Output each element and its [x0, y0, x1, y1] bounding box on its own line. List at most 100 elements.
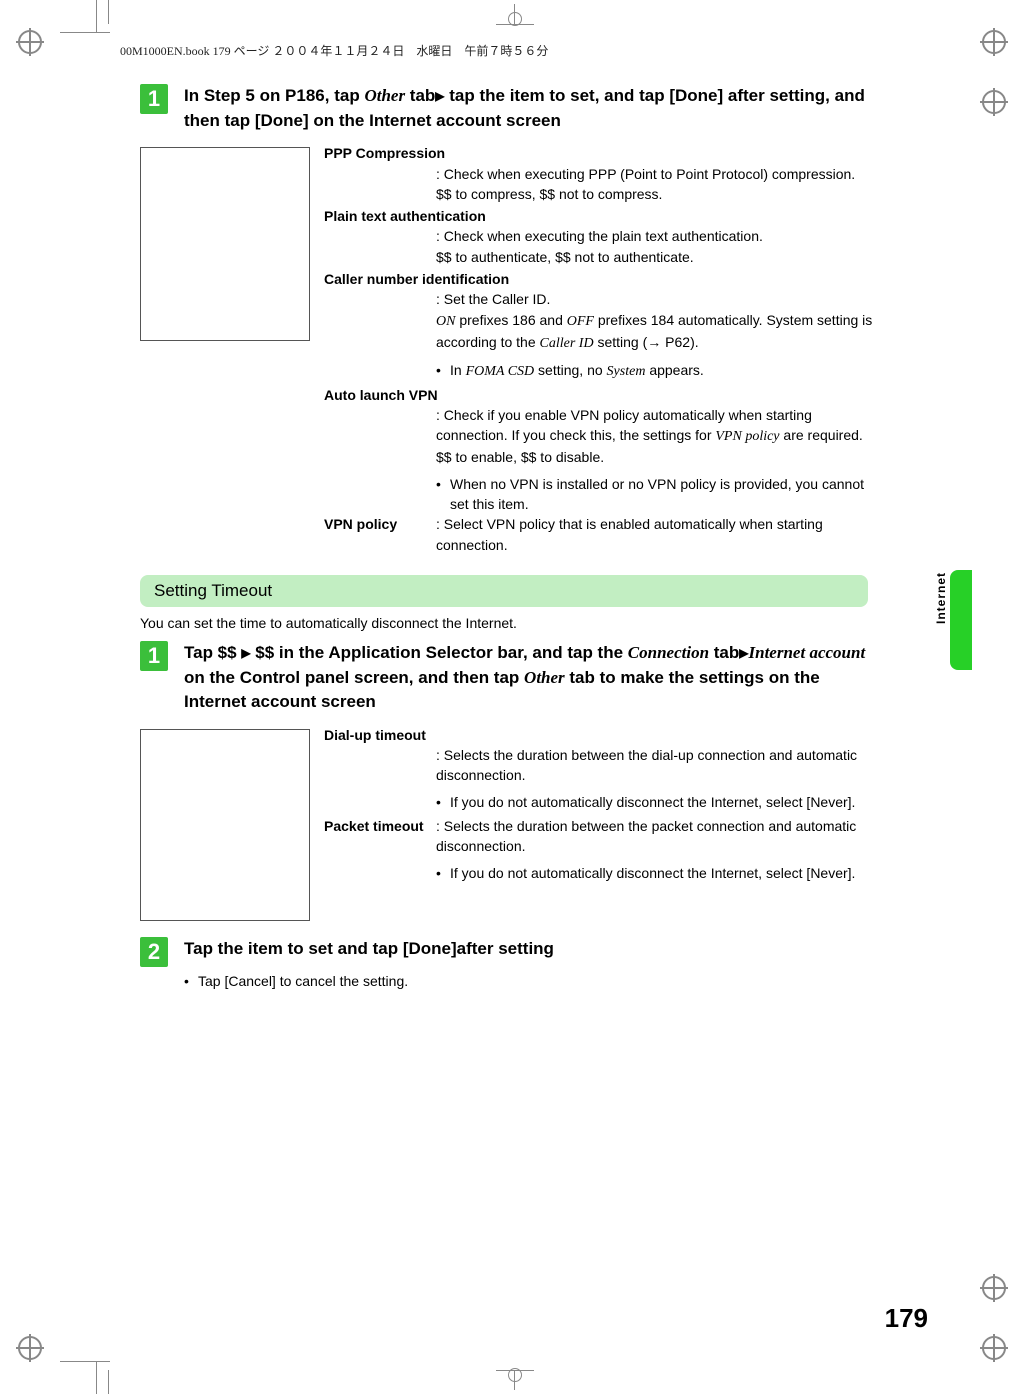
regmark-bl — [18, 1336, 46, 1364]
txt-connection: Connection — [628, 643, 709, 662]
def-caller-body: Set the Caller ID. ON prefixes 186 and O… — [436, 289, 880, 382]
txt: $$ to compress, $$ not to compress. — [436, 184, 880, 204]
txt: setting ( — [594, 334, 648, 350]
screenshot-placeholder — [140, 147, 310, 341]
def-dialup-body: Selects the duration between the dial-up… — [436, 745, 880, 812]
bullet-icon — [184, 973, 198, 989]
step-1: 1 In Step 5 on P186, tap Other tab▶ tap … — [140, 84, 880, 133]
step-number: 1 — [140, 641, 168, 671]
defs-block-2: Dial-up timeout Selects the duration bet… — [140, 723, 880, 921]
def-caller-label: Caller number identification — [324, 269, 880, 289]
txt-off: OFF — [567, 314, 594, 329]
txt: In Step 5 on P186, tap — [184, 86, 364, 105]
bullet-icon — [436, 792, 450, 812]
cropline — [108, 0, 109, 24]
bullet: In FOMA CSD setting, no System appears. — [436, 360, 880, 382]
definitions-1: PPP Compression Check when executing PPP… — [324, 141, 880, 555]
def-autovpn-label: Auto launch VPN — [324, 385, 880, 405]
txt: If you do not automatically disconnect t… — [450, 792, 880, 812]
txt: P62). — [661, 334, 698, 350]
bullet-icon — [436, 360, 450, 382]
triangle-icon: ▶ — [739, 646, 748, 660]
txt-on: ON — [436, 314, 455, 329]
txt: on the Control panel screen, and then ta… — [184, 668, 524, 687]
cropline — [60, 1361, 110, 1362]
step-2-1-text: Tap $$ ▶ $$ in the Application Selector … — [184, 641, 880, 715]
book-header: 00M1000EN.book 179 ページ ２００４年１１月２４日 水曜日 午… — [120, 42, 548, 59]
page-number: 179 — [885, 1303, 928, 1334]
def-packet: Packet timeout Selects the duration betw… — [324, 816, 880, 883]
def-packet-body: Selects the duration between the packet … — [436, 816, 880, 883]
step-2-2: 2 Tap the item to set and tap [Done]afte… — [140, 937, 880, 967]
regmark-br — [982, 1336, 1010, 1364]
txt: Tap [Cancel] to cancel the setting. — [198, 973, 408, 989]
def-vpnpolicy-body: Select VPN policy that is enabled automa… — [436, 514, 880, 555]
txt: $$ to authenticate, $$ not to authentica… — [436, 247, 880, 267]
bullet: If you do not automatically disconnect t… — [436, 863, 880, 883]
arrow-icon — [647, 334, 661, 350]
txt-system: System — [607, 364, 646, 379]
def-packet-label: Packet timeout — [324, 816, 436, 883]
bullet: If you do not automatically disconnect t… — [436, 792, 880, 812]
step-number-1: 1 — [140, 84, 168, 114]
page: 00M1000EN.book 179 ページ ２００４年１１月２４日 水曜日 午… — [0, 0, 1028, 1394]
txt-foma: FOMA CSD — [466, 364, 535, 379]
txt: If you do not automatically disconnect t… — [450, 863, 880, 883]
txt-other: Other — [364, 86, 405, 105]
step-2-2-text: Tap the item to set and tap [Done]after … — [184, 937, 880, 962]
txt: $$ to enable, $$ to disable. — [436, 447, 880, 467]
triangle-icon: ▶ — [435, 89, 444, 103]
bullet: When no VPN is installed or no VPN polic… — [436, 474, 880, 515]
regmark-tr — [982, 30, 1010, 58]
cropmark-top — [496, 4, 534, 34]
content-area: 1 In Step 5 on P186, tap Other tab▶ tap … — [140, 84, 880, 989]
def-autovpn-body: Check if you enable VPN policy automatic… — [436, 405, 880, 514]
cropline — [96, 1362, 97, 1394]
txt-internet-account: Internet account — [749, 643, 866, 662]
def-plain-body: Check when executing the plain text auth… — [436, 226, 880, 267]
txt: In — [450, 362, 466, 378]
cropline — [108, 1370, 109, 1394]
cropline — [96, 0, 97, 32]
txt: tab — [709, 643, 739, 662]
txt: Selects the duration between the packet … — [436, 816, 880, 857]
cropline — [60, 32, 110, 33]
txt: ON prefixes 186 and OFF prefixes 184 aut… — [436, 310, 880, 355]
cropmark-bottom — [496, 1360, 534, 1390]
def-dialup-label: Dial-up timeout — [324, 725, 880, 745]
section-intro: You can set the time to automatically di… — [140, 615, 880, 631]
def-ppp-body: Check when executing PPP (Point to Point… — [436, 164, 880, 205]
screenshot-placeholder — [140, 729, 310, 921]
regmark-tr2 — [982, 90, 1010, 118]
def-vpnpolicy: VPN policy Select VPN policy that is ena… — [324, 514, 880, 555]
def-ppp-label: PPP Compression — [324, 143, 880, 163]
txt-other: Other — [524, 668, 565, 687]
side-tab — [950, 570, 972, 670]
step-2-1: 1 Tap $$ ▶ $$ in the Application Selecto… — [140, 641, 880, 715]
regmark-br2 — [982, 1276, 1010, 1304]
defs-block-1: PPP Compression Check when executing PPP… — [140, 141, 880, 555]
txt: Tap $$ — [184, 643, 241, 662]
txt-vpnp: VPN policy — [715, 429, 779, 444]
txt: prefixes 186 and — [455, 312, 566, 328]
def-vpnpolicy-label: VPN policy — [324, 514, 436, 555]
step-2-2-bullet: Tap [Cancel] to cancel the setting. — [184, 973, 880, 989]
txt-callerid: Caller ID — [540, 336, 594, 351]
txt: setting, no — [534, 362, 606, 378]
txt: are required. — [780, 427, 863, 443]
txt: When no VPN is installed or no VPN polic… — [450, 474, 880, 515]
txt: Check when executing PPP (Point to Point… — [436, 164, 880, 184]
txt: In FOMA CSD setting, no System appears. — [450, 360, 880, 382]
bullet-icon — [436, 474, 450, 515]
def-plain-label: Plain text authentication — [324, 206, 880, 226]
section-title-timeout: Setting Timeout — [140, 575, 868, 607]
definitions-2: Dial-up timeout Selects the duration bet… — [324, 723, 880, 921]
txt: tab — [405, 86, 435, 105]
bullet-icon — [436, 863, 450, 883]
side-tab-label: Internet — [934, 572, 948, 624]
txt: Check if you enable VPN policy automatic… — [436, 405, 880, 448]
regmark-tl — [18, 30, 46, 58]
step-number: 2 — [140, 937, 168, 967]
triangle-icon: ▶ — [241, 646, 250, 660]
txt: $$ in the Application Selector bar, and … — [251, 643, 628, 662]
